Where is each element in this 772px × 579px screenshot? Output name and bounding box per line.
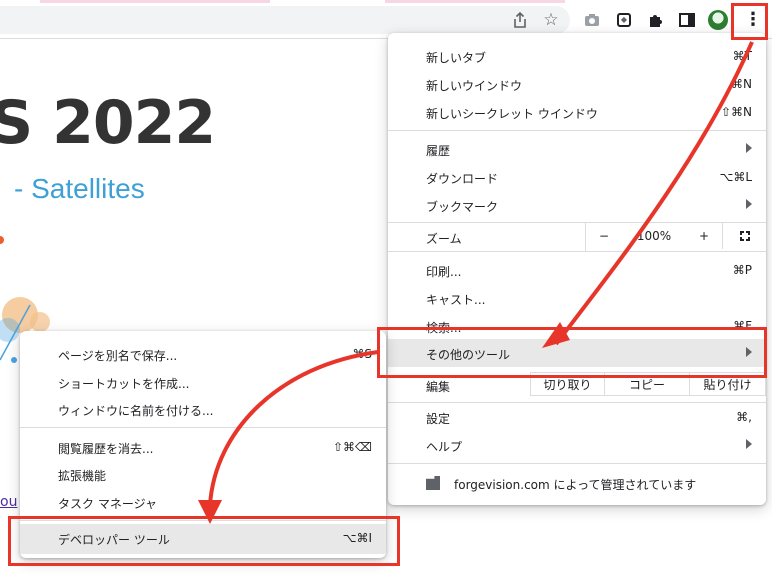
arrow-to-developer-tools — [208, 350, 379, 506]
annotation-arrows — [198, 41, 754, 524]
arrow-head-icon — [542, 322, 570, 348]
arrow-head-icon — [198, 500, 222, 524]
arrow-to-more-tools — [554, 41, 754, 346]
